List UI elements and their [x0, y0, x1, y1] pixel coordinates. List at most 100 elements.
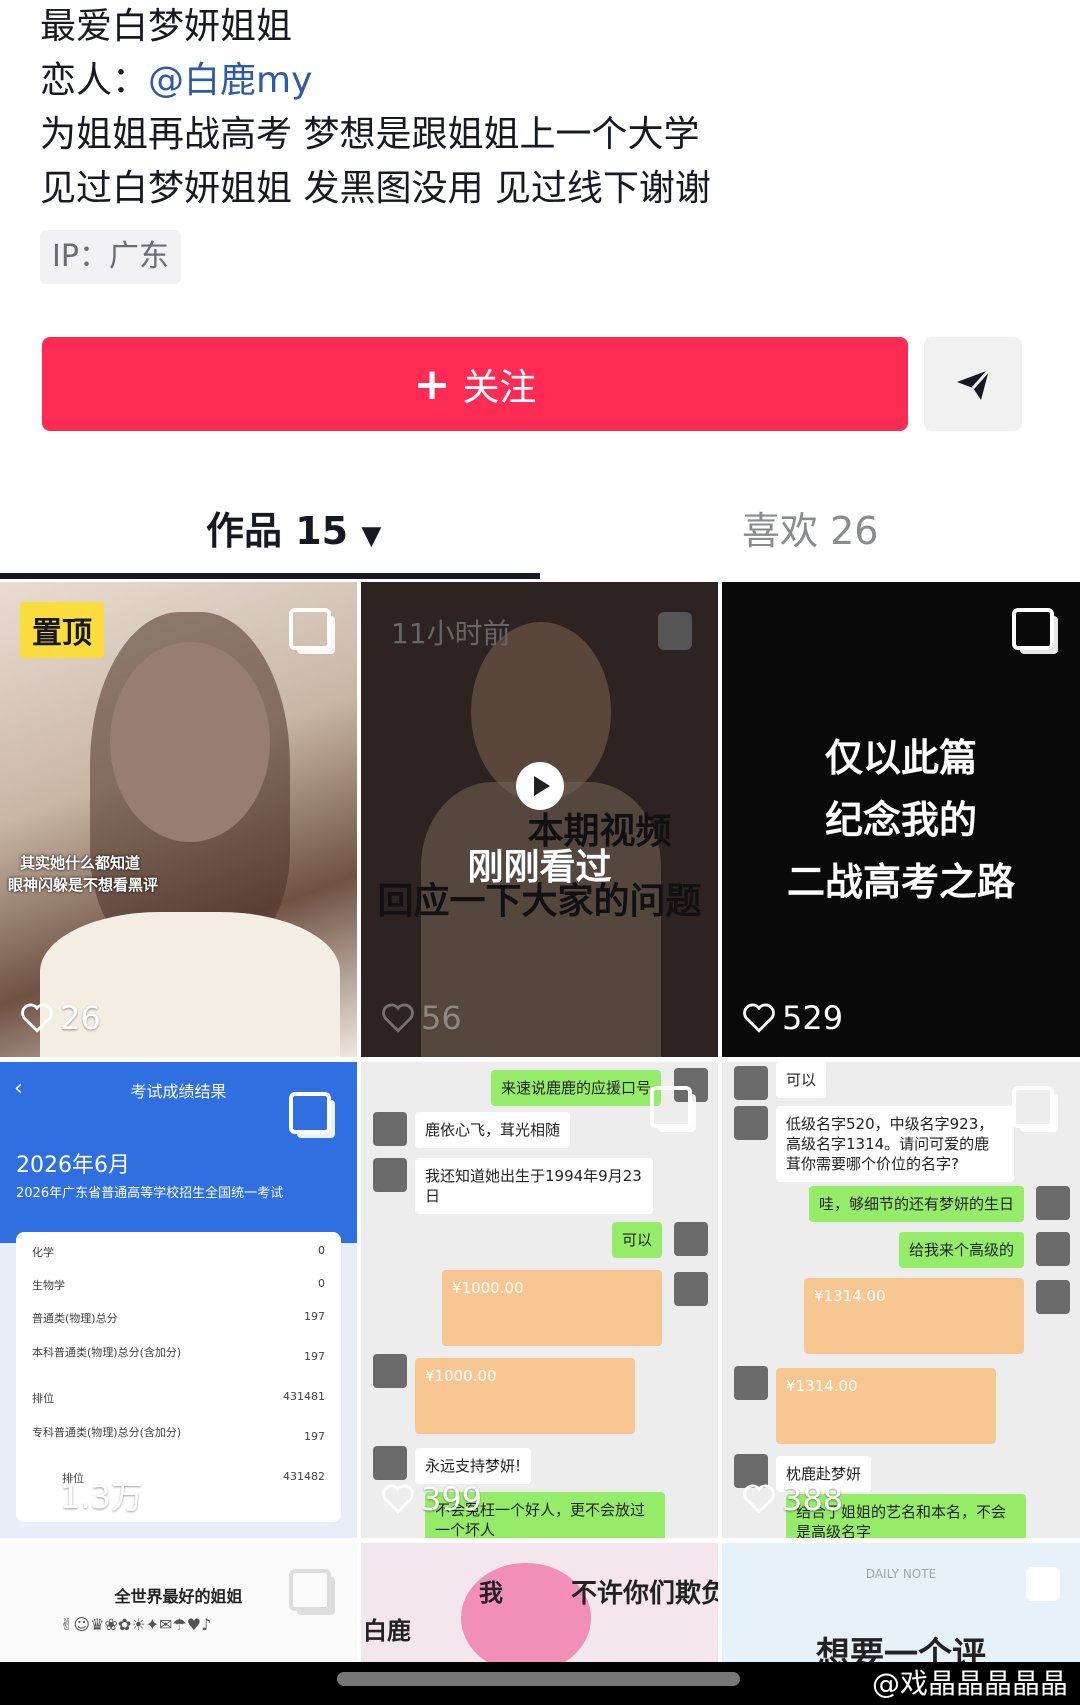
transfer-card: ¥1000.00: [415, 1358, 635, 1434]
chat-message: 可以: [611, 1222, 662, 1258]
avatar: [734, 1066, 768, 1100]
row-value: 197: [304, 1350, 325, 1363]
transfer-card: ¥1000.00: [442, 1270, 662, 1346]
avatar: [373, 1112, 407, 1146]
like-count: 388: [742, 1480, 843, 1518]
overlay-text-3: 回应一下大家的问题: [377, 881, 702, 922]
like-count-value: 388: [782, 1480, 844, 1518]
chat-message: 可以: [776, 1062, 827, 1098]
text-line-2: 纪念我的: [824, 798, 977, 842]
multi-image-icon: [289, 1092, 331, 1134]
tab-indicator: [0, 573, 540, 579]
heart-icon: [382, 1003, 414, 1033]
multi-image-icon: [289, 608, 331, 650]
video-thumb-6[interactable]: 可以 低级名字520，中级名字923，高级名字1314。请问可爱的鹿茸你需要哪个…: [722, 1062, 1080, 1538]
watermark: @戏晶晶晶晶晶: [871, 1667, 1068, 1700]
row-value: 197: [304, 1310, 325, 1323]
like-count-value: 529: [782, 999, 844, 1037]
avatar: [373, 1354, 407, 1388]
sticker-text-1: 我: [479, 1579, 503, 1607]
transfer-card: ¥1314.00: [776, 1368, 996, 1444]
bio-line-1: 最爱白梦妍姐姐: [40, 6, 293, 47]
avatar: [1036, 1280, 1070, 1314]
bio-line-3: 为姐姐再战高考 梦想是跟姐姐上一个大学: [40, 114, 700, 155]
note-icon: [658, 612, 692, 650]
heart-icon: [743, 1484, 775, 1514]
system-bottom-bar: @戏晶晶晶晶晶: [0, 1662, 1080, 1705]
ip-location-badge: IP：广东: [40, 230, 181, 284]
multi-image-icon: [650, 1086, 692, 1128]
row-value: 431481: [283, 1390, 325, 1403]
chat-message: 给我来个高级的: [898, 1232, 1024, 1268]
chevron-down-icon: ▼: [361, 521, 382, 551]
chat-message: 低级名字520，中级名字923，高级名字1314。请问可爱的鹿茸你需要哪个价位的…: [776, 1106, 1014, 1182]
caption-line-1: 其实她什么都知道: [20, 854, 141, 872]
avatar: [373, 1158, 407, 1192]
avatar: [674, 1222, 708, 1256]
note-title: 想要一个评: [816, 1635, 986, 1663]
row-value: 0: [318, 1277, 325, 1290]
like-count: 529: [742, 999, 843, 1037]
note-icon: [1026, 1567, 1060, 1601]
like-count: 399: [381, 1480, 482, 1518]
video-thumb-8[interactable]: 我 不许你们欺负 白鹿: [361, 1543, 718, 1663]
bio-lover-label: 恋人：: [40, 60, 149, 101]
follow-button[interactable]: + 关注: [42, 337, 908, 431]
avatar: [1036, 1186, 1070, 1220]
video-thumb-3[interactable]: 仅以此篇 纪念我的 二战高考之路 529: [722, 582, 1080, 1057]
multi-image-icon: [289, 1569, 331, 1611]
video-thumb-9[interactable]: DAILY NOTE 想要一个评: [722, 1543, 1080, 1663]
like-count: 26: [20, 999, 101, 1037]
emoji-row: ✌☺♛❀✿☀✦✉☂♥♪: [60, 1615, 212, 1634]
home-indicator[interactable]: [337, 1672, 740, 1686]
heart-icon: [382, 1484, 414, 1514]
row-label: 排位: [32, 1392, 54, 1405]
video-thumb-7[interactable]: 全世界最好的姐姐 ✌☺♛❀✿☀✦✉☂♥♪: [0, 1543, 357, 1663]
heart-icon: [743, 1003, 775, 1033]
avatar: [373, 1446, 407, 1480]
heart-icon: [21, 1480, 53, 1510]
hair-shape: [90, 612, 290, 952]
chat-message: 来速说鹿鹿的应援口号: [491, 1070, 662, 1106]
video-thumb-5[interactable]: 来速说鹿鹿的应援口号 鹿依心飞，茸光相随 我还知道她出生于1994年9月23日 …: [361, 1062, 718, 1538]
exam-date: 2026年6月: [16, 1153, 130, 1178]
bio-line-2: 恋人：@白鹿my: [40, 54, 1040, 108]
sticker-text-3: 白鹿: [363, 1617, 411, 1645]
like-count-value: 56: [421, 999, 462, 1037]
video-thumb-1[interactable]: 置顶 其实她什么都知道 眼神闪躲是不想看黑评 26: [0, 582, 357, 1057]
chat-message: 鹿依心飞，茸光相随: [415, 1112, 571, 1148]
sticker-text-2: 不许你们欺负: [571, 1579, 718, 1609]
chat-message: 我还知道她出生于1994年9月23日: [415, 1158, 653, 1214]
text-line-1: 仅以此篇: [824, 736, 977, 780]
tab-works[interactable]: 作品 15 ▼: [206, 500, 381, 555]
like-count: 56: [381, 999, 462, 1037]
row-value: 431482: [283, 1470, 325, 1483]
chat-message: 永远支持梦妍!: [415, 1448, 532, 1484]
video-thumb-4[interactable]: ‹ 考试成绩结果 2026年6月 2026年广东省普通高等学校招生全国统一考试 …: [0, 1062, 357, 1538]
exam-subtitle: 2026年广东省普通高等学校招生全国统一考试: [16, 1186, 284, 1201]
share-button[interactable]: [924, 337, 1022, 431]
heart-icon: [21, 1003, 53, 1033]
chat-message: 哇，够细节的还有梦妍的生日: [808, 1186, 1024, 1222]
profile-bio: 最爱白梦妍姐姐 恋人：@白鹿my 为姐姐再战高考 梦想是跟姐姐上一个大学 见过白…: [40, 0, 1040, 284]
mention-link[interactable]: @白鹿my: [148, 60, 312, 101]
video-thumb-2[interactable]: 11小时前 本期视频 刚刚看过 回应一下大家的问题 56: [361, 582, 718, 1057]
avatar: [734, 1366, 768, 1400]
follow-label: 关注: [462, 366, 537, 409]
pinned-badge: 置顶: [20, 602, 104, 658]
multi-image-icon: [1012, 1086, 1054, 1128]
like-count-value: 26: [60, 999, 101, 1037]
multi-image-icon: [1012, 608, 1054, 650]
avatar: [1036, 1232, 1070, 1266]
row-label: 专科普通类(物理)总分(含加分): [32, 1426, 182, 1439]
tab-works-label: 作品 15: [206, 509, 349, 553]
bio-line-4: 见过白梦妍姐姐 发黑图没用 见过线下谢谢: [40, 168, 711, 209]
row-label: 化学: [32, 1246, 54, 1259]
row-label: 本科普通类(物理)总分(含加分): [32, 1346, 182, 1359]
avatar: [734, 1106, 768, 1140]
text-line-3: 二战高考之路: [786, 860, 1015, 904]
like-count-value: 399: [421, 1480, 483, 1518]
transfer-card: ¥1314.00: [804, 1278, 1024, 1354]
tab-likes[interactable]: 喜欢 26: [742, 500, 878, 555]
avatar: [674, 1272, 708, 1306]
